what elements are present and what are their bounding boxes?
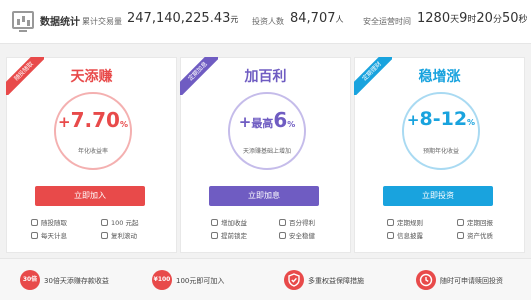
rate-circle: +最高6% 天添赚基础上增加 [228, 92, 306, 170]
promo-text: 多重权益保障措施 [308, 277, 364, 285]
product-name: 加百利 [244, 69, 287, 85]
stats-title: 数据统计 [40, 17, 80, 28]
feature-item: 百分得利 [279, 217, 315, 227]
safe-runtime-value: 1280天9时20分50秒 [417, 11, 528, 26]
30x-badge-icon: 30倍 [20, 270, 40, 290]
feature-item: 复利滚动 [101, 230, 137, 240]
safe-runtime-label: 安全运营时间 [363, 17, 411, 26]
promo-text: 随时可申请赎回投资 [440, 277, 503, 285]
clock-icon [416, 270, 436, 290]
join-button[interactable]: 立即加入 [35, 186, 145, 206]
info-icon [387, 232, 394, 239]
document-icon [387, 219, 394, 226]
feature-item: 增加收益 [211, 217, 247, 227]
shield-icon [279, 232, 286, 239]
stack-icon [101, 232, 108, 239]
clock-icon [31, 232, 38, 239]
feature-item: 100 元起 [101, 217, 138, 227]
monitor-chart-icon [12, 11, 34, 32]
feature-item: 定期规则 [387, 217, 423, 227]
yen-100-icon: ¥100 [152, 270, 172, 290]
rate-desc: 预期年化收益 [422, 148, 459, 155]
feature-item: 提前锁定 [211, 230, 247, 240]
total-volume-value: 247,140,225.43元 [127, 11, 239, 26]
rate-circle: +8-12% 预期年化收益 [402, 92, 480, 170]
shield-icon [284, 270, 304, 290]
calendar-icon [457, 219, 464, 226]
product-name: 天添赚 [70, 69, 113, 85]
total-volume-unit: 元 [230, 15, 239, 24]
feature-item: 随投随取 [31, 217, 67, 227]
lock-icon [211, 232, 218, 239]
rate-value: +最高6% [238, 108, 296, 132]
investors-label: 投资人数 [252, 17, 284, 26]
rate-desc: 年化收益率 [77, 148, 108, 155]
promo-text: 100元即可加入 [176, 277, 225, 285]
total-volume-label: 累计交易量 [82, 17, 122, 26]
investors-value: 84,707人 [290, 11, 344, 26]
feature-item: 资产优质 [457, 230, 493, 240]
rate-desc: 天添赚基础上增加 [242, 148, 291, 155]
product-card-jiabaili: 定期加息 加百利 +最高6% 天添赚基础上增加 立即加息 增加收益 百分得利 提… [180, 57, 351, 253]
promo-text: 30倍天添赚存款收益 [44, 277, 109, 285]
promo-bar: 30倍 30倍天添赚存款收益 ¥100 100元即可加入 多重权益保障措施 随时… [0, 258, 531, 300]
feature-item: 安全稳健 [279, 230, 315, 240]
invest-button[interactable]: 立即投资 [383, 186, 493, 206]
rate-value: +8-12% [406, 108, 476, 130]
product-name: 稳增涨 [418, 69, 461, 85]
refresh-icon [31, 219, 38, 226]
stats-bar: 数据统计 累计交易量 247,140,225.43元 投资人数 84,707人 … [0, 0, 531, 44]
feature-item: 定期回报 [457, 217, 493, 227]
coin-icon [101, 219, 108, 226]
add-interest-button[interactable]: 立即加息 [209, 186, 319, 206]
bar-chart-icon [211, 219, 218, 226]
feature-item: 信息披露 [387, 230, 423, 240]
rate-circle: +7.70% 年化收益率 [54, 92, 132, 170]
feature-item: 每天计息 [31, 230, 67, 240]
investors-unit: 人 [335, 15, 344, 24]
rate-value: +7.70% [58, 108, 128, 132]
product-card-tiantianzhuan: 随投随取 天添赚 +7.70% 年化收益率 立即加入 随投随取 100 元起 每… [6, 57, 177, 253]
percent-icon [279, 219, 286, 226]
product-card-wenzengzhang: 定期理财 稳增涨 +8-12% 预期年化收益 立即投资 定期规则 定期回报 信息… [354, 57, 525, 253]
asset-icon [457, 232, 464, 239]
